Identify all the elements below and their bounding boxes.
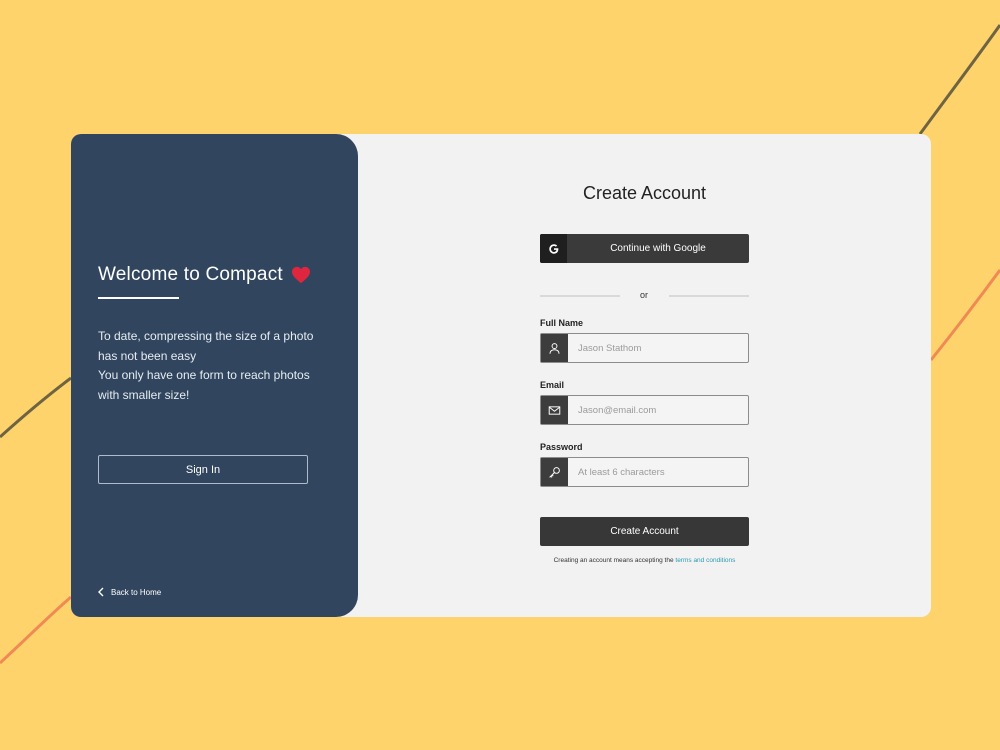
full-name-field-group — [540, 333, 749, 363]
google-icon — [548, 243, 558, 254]
create-account-button[interactable]: Create Account — [540, 517, 749, 546]
full-name-label: Full Name — [540, 318, 584, 328]
tagline-line: To date, compressing the size of a photo — [98, 329, 314, 343]
tagline-line: You only have one form to reach photos — [98, 368, 310, 382]
terms-notice: Creating an account means accepting the … — [500, 557, 789, 564]
sign-in-button[interactable]: Sign In — [98, 455, 308, 484]
continue-with-google-button[interactable]: Continue with Google — [540, 234, 749, 263]
email-input[interactable] — [568, 396, 748, 424]
email-label: Email — [540, 380, 565, 390]
password-field-group — [540, 457, 749, 487]
welcome-panel: Welcome to Compact To date, compressing … — [71, 134, 358, 617]
mail-icon — [548, 405, 561, 415]
email-field-group — [540, 395, 749, 425]
user-icon-box — [541, 334, 568, 362]
welcome-title: Welcome to Compact — [98, 264, 283, 285]
welcome-heading: Welcome to Compact — [98, 264, 311, 286]
chevron-left-icon — [98, 587, 104, 597]
key-icon — [549, 466, 560, 478]
heart-icon — [291, 266, 310, 284]
divider-text: or — [639, 290, 648, 300]
mail-icon-box — [541, 396, 568, 424]
password-input[interactable] — [568, 458, 748, 486]
terms-and-conditions-link[interactable]: terms and conditions — [675, 557, 735, 564]
full-name-input[interactable] — [568, 334, 748, 362]
user-icon — [549, 342, 560, 354]
back-to-home-label: Back to Home — [111, 587, 162, 597]
divider-line — [540, 295, 620, 297]
key-icon-box — [541, 458, 568, 486]
tagline-line: has not been easy — [98, 348, 197, 363]
terms-prefix: Creating an account means accepting the — [553, 557, 676, 564]
page-title: Create Account — [582, 183, 707, 203]
google-icon-box — [540, 234, 567, 263]
divider-line — [669, 295, 749, 297]
welcome-underline — [98, 297, 179, 299]
welcome-tagline: To date, compressing the size of a photo… — [98, 327, 328, 405]
password-label: Password — [540, 442, 583, 452]
google-button-label: Continue with Google — [610, 243, 706, 254]
back-to-home-link[interactable]: Back to Home — [98, 587, 161, 597]
tagline-line: with smaller size! — [98, 387, 190, 402]
